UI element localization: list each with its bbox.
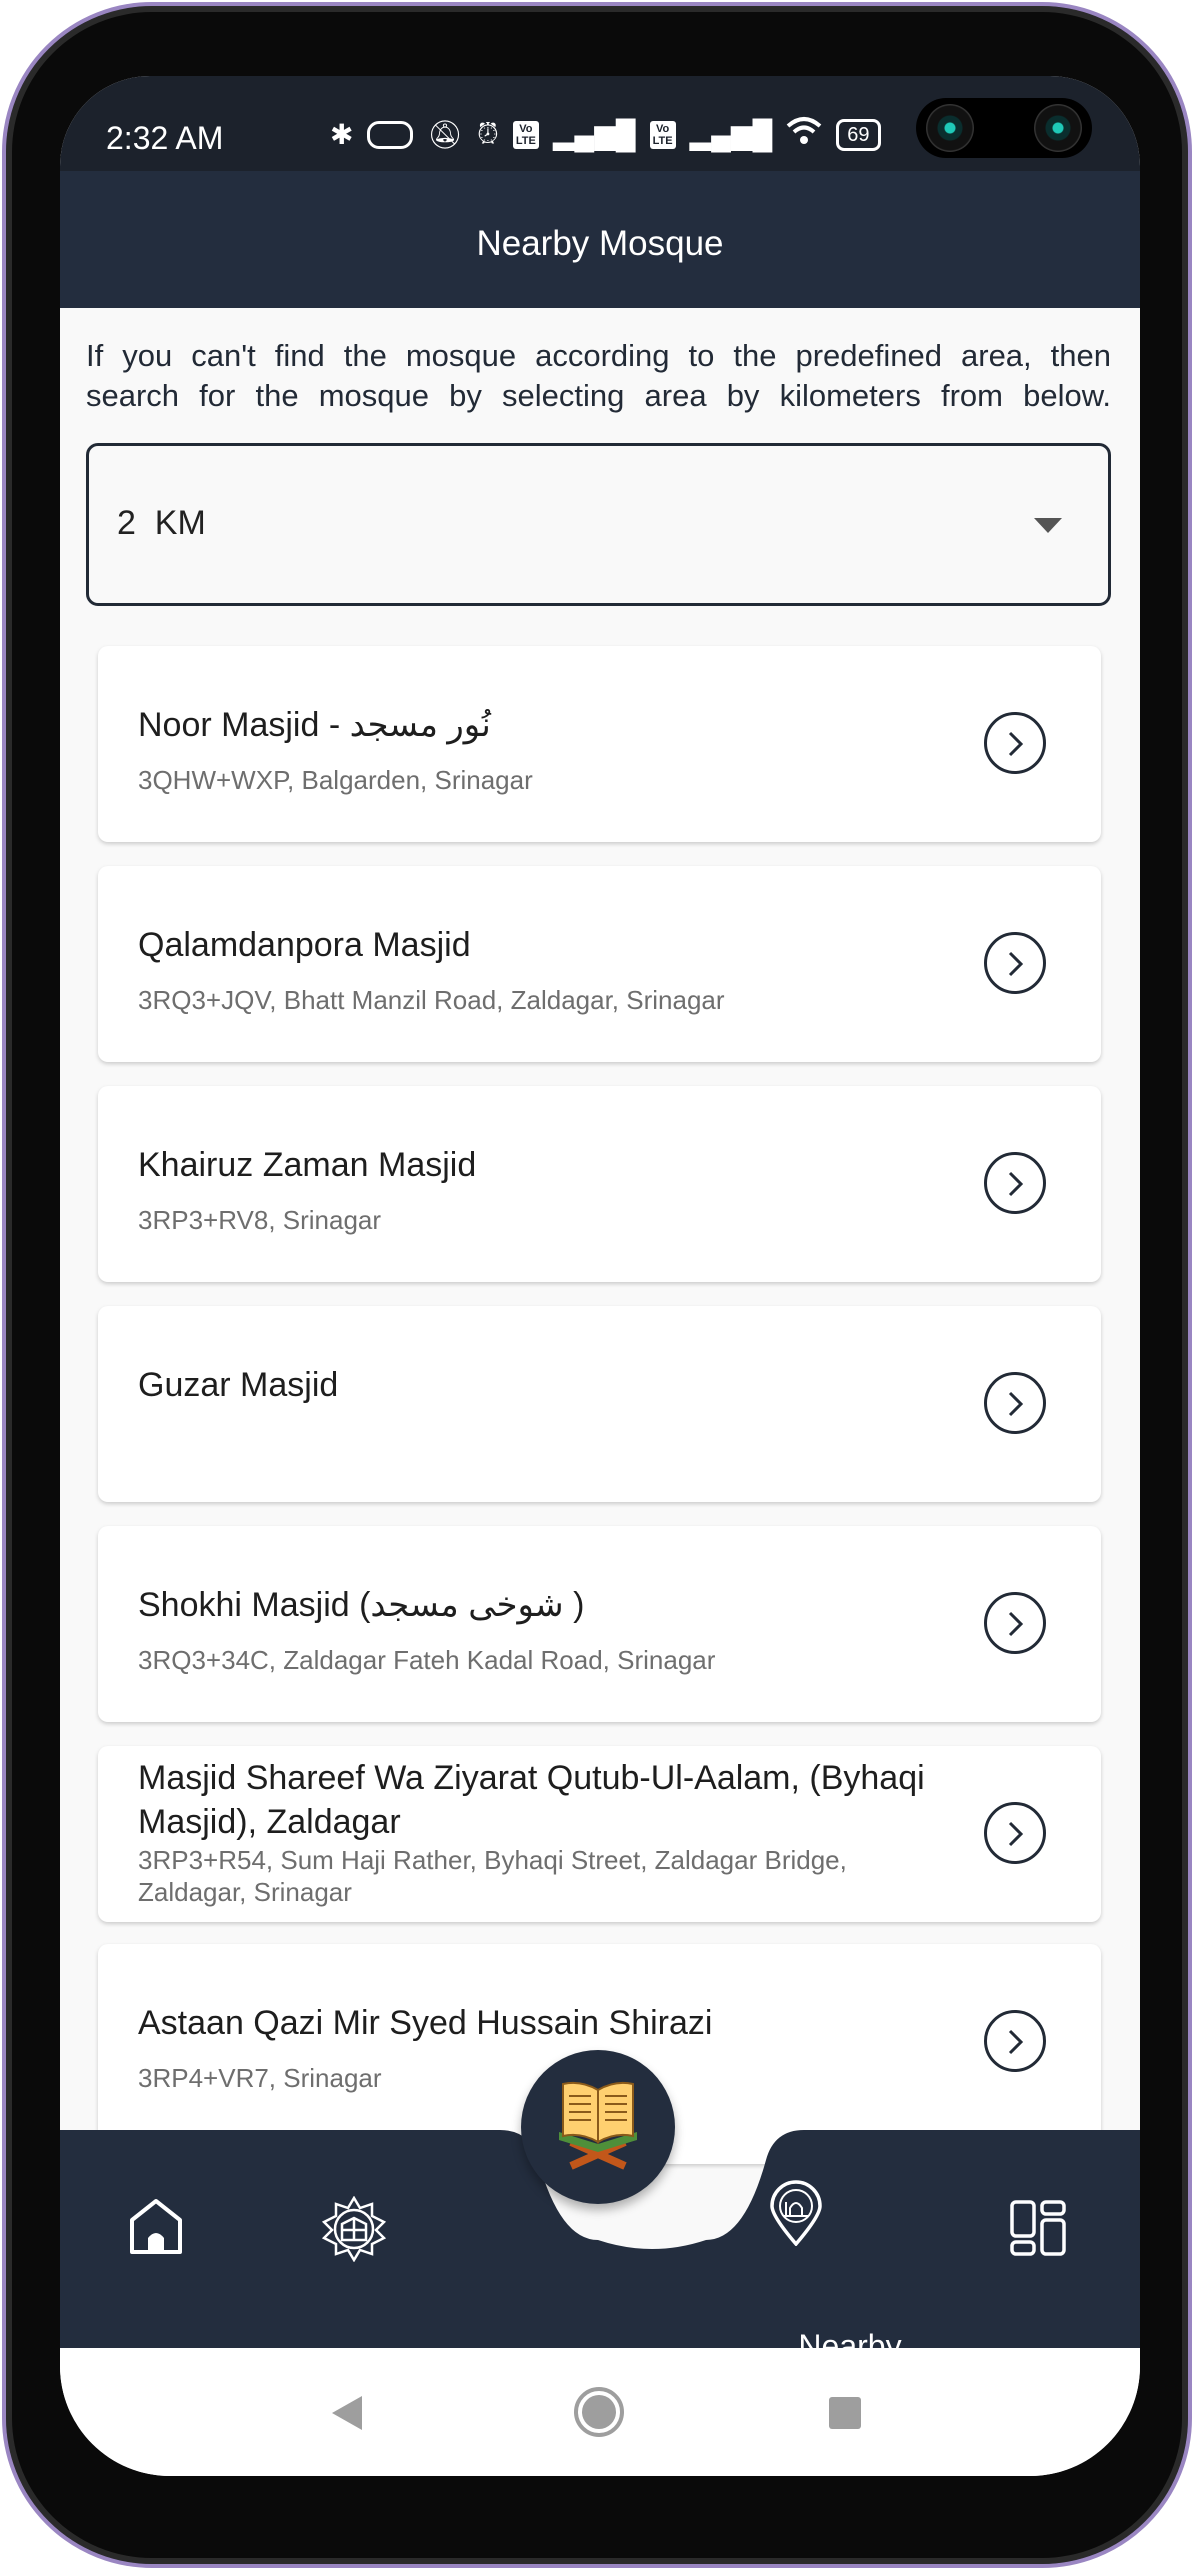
mosque-name: Guzar Masjid bbox=[138, 1366, 339, 1404]
status-time: 2:32 AM bbox=[106, 120, 224, 156]
mosque-address: 3RQ3+JQV, Bhatt Manzil Road, Zaldagar, S… bbox=[138, 985, 725, 1015]
page-title: Nearby Mosque bbox=[476, 224, 724, 263]
vibrate-off-icon: 🔕︎ bbox=[427, 119, 464, 150]
camera-lens bbox=[1034, 104, 1082, 152]
alarm-icon: ⏰︎ bbox=[477, 118, 499, 149]
chevron-right-icon[interactable] bbox=[984, 1372, 1046, 1434]
mosque-address: 3RP3+R54, Sum Haji Rather, Byhaqi Street… bbox=[138, 1845, 847, 1907]
instruction-text: If you can't find the mosque according t… bbox=[86, 336, 1111, 416]
toggle-icon bbox=[367, 120, 414, 149]
mosque-name: Shokhi Masjid (شوخی مسجد ) bbox=[138, 1586, 585, 1624]
mosque-name: Masjid Shareef Wa Ziyarat Qutub-Ul-Aalam… bbox=[138, 1759, 925, 1841]
mosque-card[interactable]: Noor Masjid - نُور مسجد 3QHW+WXP, Balgard… bbox=[98, 646, 1101, 842]
bluetooth-icon: ✱ bbox=[330, 119, 354, 150]
distance-dropdown[interactable]: 2 KM bbox=[86, 443, 1111, 606]
chevron-right-icon[interactable] bbox=[984, 1802, 1046, 1864]
dropdown-value: 2 KM bbox=[117, 504, 206, 542]
back-icon[interactable] bbox=[330, 2394, 364, 2432]
volte-icon: Vo LTE bbox=[512, 120, 539, 149]
wifi-icon bbox=[786, 116, 822, 153]
mosque-card[interactable]: Khairuz Zaman Masjid 3RP3+RV8, Srinagar bbox=[98, 1086, 1101, 1282]
mosque-name: Noor Masjid - نُور مسجد bbox=[138, 706, 491, 744]
camera-lens bbox=[926, 104, 974, 152]
quran-icon bbox=[559, 2081, 637, 2170]
mosque-card[interactable]: Qalamdanpora Masjid 3RQ3+JQV, Bhatt Manzi… bbox=[98, 866, 1101, 1062]
mosque-name: Khairuz Zaman Masjid bbox=[138, 1146, 477, 1184]
home-icon[interactable] bbox=[128, 2198, 184, 2261]
qibla-compass-icon[interactable] bbox=[321, 2195, 387, 2267]
quran-button[interactable] bbox=[521, 2050, 675, 2204]
phone-frame: 2:32 AM ✱ 🔕︎ ⏰︎ Vo LTE ▂▄▆█ Vo LTE ▂▄▆█ 69… bbox=[2, 2, 1192, 2568]
mosque-address: 3RP3+RV8, Srinagar bbox=[138, 1205, 382, 1235]
recents-icon[interactable] bbox=[828, 2396, 862, 2430]
mosque-card[interactable]: Masjid Shareef Wa Ziyarat Qutub-Ul-Aalam… bbox=[98, 1746, 1101, 1922]
mosque-card[interactable]: Shokhi Masjid (شوخی مسجد ) 3RQ3+34C, Zald… bbox=[98, 1526, 1101, 1722]
volte-icon: Vo LTE bbox=[649, 120, 676, 149]
status-bar: 2:32 AM ✱ 🔕︎ ⏰︎ Vo LTE ▂▄▆█ Vo LTE ▂▄▆█ 69 bbox=[60, 76, 1140, 171]
chevron-right-icon[interactable] bbox=[984, 712, 1046, 774]
chevron-right-icon[interactable] bbox=[984, 1152, 1046, 1214]
signal-icon: ▂▄▆█ bbox=[552, 119, 636, 150]
caret-down-icon bbox=[1034, 518, 1062, 533]
instruction-line: search for the mosque by selecting area … bbox=[86, 378, 1111, 413]
battery-icon: 69 bbox=[836, 118, 881, 151]
app-header: Nearby Mosque bbox=[60, 171, 1140, 308]
mosque-address: 3RQ3+34C, Zaldagar Fateh Kadal Road, Sri… bbox=[138, 1645, 716, 1675]
home-circle-icon[interactable] bbox=[573, 2386, 625, 2438]
status-icons: ✱ 🔕︎ ⏰︎ Vo LTE ▂▄▆█ Vo LTE ▂▄▆█ 69 bbox=[330, 116, 881, 153]
mosque-name: Qalamdanpora Masjid bbox=[138, 926, 471, 964]
dashboard-icon[interactable] bbox=[1010, 2200, 1066, 2261]
mosque-name: Astaan Qazi Mir Syed Hussain Shirazi bbox=[138, 2004, 713, 2042]
mosque-address: 3QHW+WXP, Balgarden, Srinagar bbox=[138, 765, 533, 795]
signal-icon: ▂▄▆█ bbox=[689, 119, 773, 150]
camera-cutout bbox=[916, 98, 1092, 158]
mosque-card[interactable]: Guzar Masjid bbox=[98, 1306, 1101, 1502]
instruction-line: If you can't find the mosque according t… bbox=[86, 338, 1111, 373]
chevron-right-icon[interactable] bbox=[984, 932, 1046, 994]
nearby-mosque-icon[interactable] bbox=[768, 2180, 824, 2251]
chevron-right-icon[interactable] bbox=[984, 1592, 1046, 1654]
chevron-right-icon[interactable] bbox=[984, 2010, 1046, 2072]
screen: 2:32 AM ✱ 🔕︎ ⏰︎ Vo LTE ▂▄▆█ Vo LTE ▂▄▆█ 69… bbox=[60, 76, 1140, 2476]
system-nav-bar bbox=[60, 2348, 1140, 2476]
